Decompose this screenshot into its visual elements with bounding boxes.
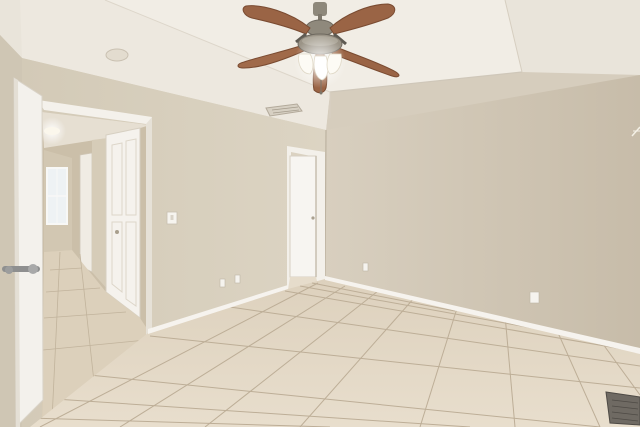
wall-outlet xyxy=(234,274,241,284)
closet-door xyxy=(105,127,141,320)
room-photo xyxy=(0,0,640,427)
wall-outlet xyxy=(529,291,540,304)
wall-outlet xyxy=(362,262,369,272)
smoke-detector-icon xyxy=(105,48,129,62)
wall-outlet xyxy=(219,278,226,288)
middle-door xyxy=(289,155,317,278)
hallway-light-icon xyxy=(44,127,60,135)
middle-doorway xyxy=(287,146,325,290)
closet-knob-icon xyxy=(115,230,119,234)
hallway-door xyxy=(79,152,93,273)
